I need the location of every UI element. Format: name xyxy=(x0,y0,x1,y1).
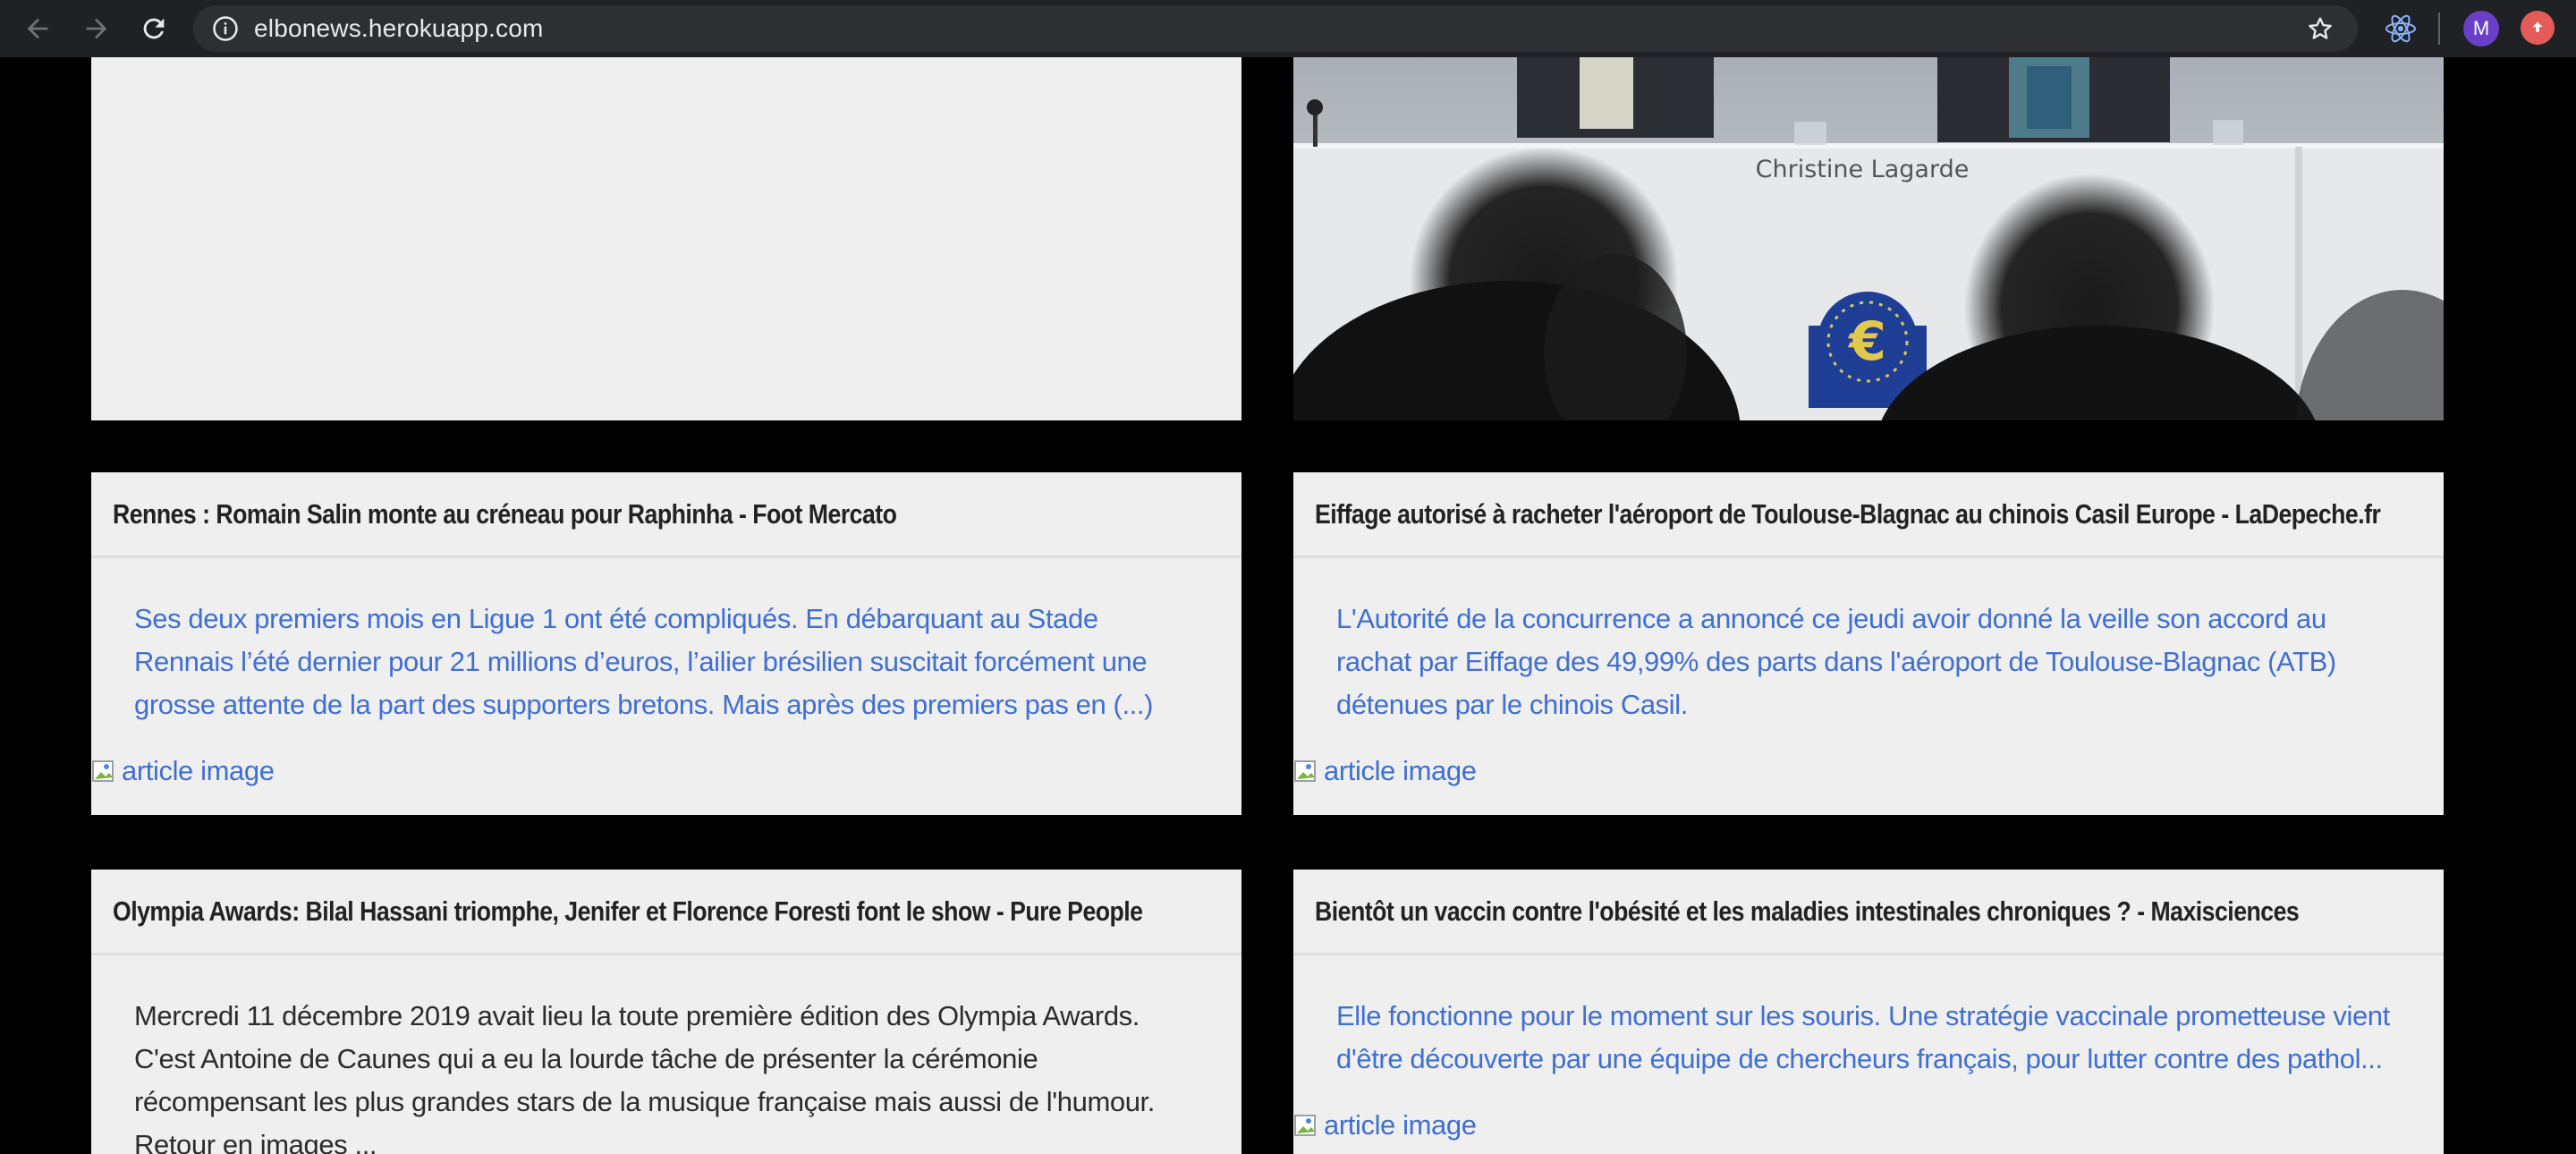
card-header: Olympia Awards: Bilal Hassani triomphe, … xyxy=(91,870,1241,955)
broken-image-icon xyxy=(91,756,120,786)
svg-text:€: € xyxy=(1847,310,1886,373)
profile-avatar[interactable]: M xyxy=(2463,11,2499,47)
article-card[interactable]: Rennes : Romain Salin monte au créneau p… xyxy=(91,472,1241,815)
broken-image-icon xyxy=(1293,1110,1322,1141)
article-title[interactable]: Eiffage autorisé à racheter l'aéroport d… xyxy=(1315,498,2381,530)
article-description[interactable]: L'Autorité de la concurrence a annoncé c… xyxy=(1293,558,2444,726)
article-image: article image xyxy=(91,750,1241,793)
arrow-left-icon xyxy=(27,18,48,39)
nameplate-text: Christine Lagarde xyxy=(1756,156,1970,183)
article-card[interactable]: Olympia Awards: Bilal Hassani triomphe, … xyxy=(91,870,1241,1154)
image-alt-text: article image xyxy=(1324,755,1477,786)
article-card[interactable]: Eiffage autorisé à racheter l'aéroport d… xyxy=(1293,472,2444,815)
article-title[interactable]: Bientôt un vaccin contre l'obésité et le… xyxy=(1315,895,2300,928)
article-photo: Christine Lagarde € xyxy=(1293,57,2444,420)
image-alt-text: article image xyxy=(1324,1109,1477,1141)
arrow-right-icon xyxy=(86,18,107,39)
article-image-placeholder xyxy=(91,57,1241,420)
reload-icon xyxy=(143,18,165,39)
image-alt-text: article image xyxy=(122,755,275,786)
article-image: article image xyxy=(1293,750,2444,793)
browser-toolbar: elbonews.herokuapp.com M xyxy=(0,0,2576,57)
article-title[interactable]: Rennes : Romain Salin monte au créneau p… xyxy=(113,498,897,530)
article-description[interactable]: Ses deux premiers mois en Ligue 1 ont ét… xyxy=(91,558,1241,726)
article-description: Mercredi 11 décembre 2019 avait lieu la … xyxy=(134,1000,1155,1154)
address-bar[interactable]: elbonews.herokuapp.com xyxy=(193,5,2358,52)
reload-button[interactable] xyxy=(125,0,182,57)
card-header: Eiffage autorisé à racheter l'aéroport d… xyxy=(1293,472,2444,558)
article-title[interactable]: Olympia Awards: Bilal Hassani triomphe, … xyxy=(113,895,1143,928)
react-devtools-icon[interactable] xyxy=(2383,11,2419,47)
article-card[interactable]: Bientôt un vaccin contre l'obésité et le… xyxy=(1293,870,2444,1154)
article-description[interactable]: Elle fonctionne pour le moment sur les s… xyxy=(1293,955,2444,1081)
url-text: elbonews.herokuapp.com xyxy=(254,14,544,42)
broken-image-icon xyxy=(1293,756,1322,786)
bookmark-star-icon[interactable] xyxy=(2306,14,2334,43)
card-header: Bientôt un vaccin contre l'obésité et le… xyxy=(1293,870,2444,955)
back-button[interactable] xyxy=(9,0,66,57)
press-conference-photo: Christine Lagarde € xyxy=(1293,57,2444,420)
extension-upload-icon[interactable] xyxy=(2521,11,2555,45)
site-info-icon[interactable] xyxy=(211,14,240,43)
article-image: article image xyxy=(1293,1104,2444,1147)
toolbar-divider xyxy=(2438,13,2440,45)
card-header: Rennes : Romain Salin monte au créneau p… xyxy=(91,472,1241,558)
forward-button[interactable] xyxy=(68,0,125,57)
